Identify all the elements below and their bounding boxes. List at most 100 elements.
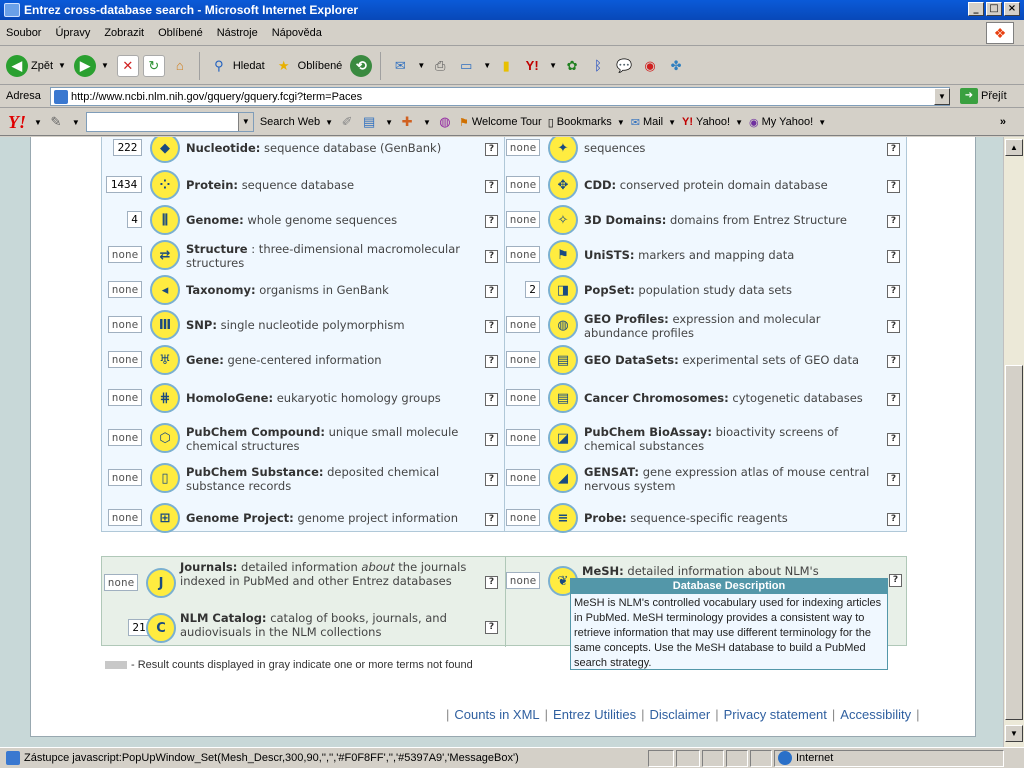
- right-db-icon-3[interactable]: ⚑: [548, 240, 578, 270]
- edit-icon[interactable]: ▭: [455, 55, 477, 77]
- right-db-name-7[interactable]: Cancer Chromosomes:: [584, 391, 729, 405]
- left-db-name-9[interactable]: PubChem Substance:: [186, 465, 323, 479]
- link-counts-xml[interactable]: Counts in XML: [454, 707, 539, 722]
- messenger-icon[interactable]: ◉: [639, 55, 661, 77]
- left-db-icon-1[interactable]: ⁘: [150, 170, 180, 200]
- right-db-icon-0[interactable]: ✦: [548, 137, 578, 163]
- nlm-name[interactable]: NLM Catalog:: [180, 611, 267, 625]
- mesh-name[interactable]: MeSH:: [582, 564, 624, 578]
- stop-icon[interactable]: ✕: [116, 54, 139, 77]
- right-help-icon-3[interactable]: ?: [887, 250, 900, 263]
- right-db-icon-5[interactable]: ◍: [548, 310, 578, 340]
- link-accessibility[interactable]: Accessibility: [840, 707, 911, 722]
- mail-button[interactable]: ✉ Mail ▼: [631, 116, 676, 129]
- left-help-icon-0[interactable]: ?: [485, 143, 498, 156]
- left-db-name-2[interactable]: Genome:: [186, 213, 244, 227]
- right-db-name-1[interactable]: CDD:: [584, 178, 616, 192]
- left-db-name-7[interactable]: HomoloGene:: [186, 391, 273, 405]
- close-button[interactable]: ×: [1004, 2, 1020, 16]
- journals-icon[interactable]: J: [146, 568, 176, 598]
- bookmarks-button[interactable]: ▯ Bookmarks ▼: [548, 116, 625, 129]
- left-db-icon-7[interactable]: ⋕: [150, 383, 180, 413]
- right-help-icon-1[interactable]: ?: [887, 180, 900, 193]
- left-help-icon-10[interactable]: ?: [485, 513, 498, 526]
- left-db-name-0[interactable]: Nucleotide:: [186, 141, 260, 155]
- address-dropdown[interactable]: ▼: [934, 88, 950, 105]
- right-help-icon-10[interactable]: ?: [887, 513, 900, 526]
- left-count-1[interactable]: 1434: [106, 176, 142, 193]
- headphones-icon[interactable]: ◍: [437, 111, 453, 133]
- address-input[interactable]: http://www.ncbi.nlm.nih.gov/gquery/gquer…: [50, 87, 950, 106]
- menu-tools[interactable]: Nástroje: [217, 27, 258, 39]
- yahoo-button[interactable]: Y! Yahoo! ▼: [682, 116, 743, 128]
- right-help-icon-9[interactable]: ?: [887, 473, 900, 486]
- vertical-scrollbar[interactable]: ▲ ▼: [1003, 137, 1024, 747]
- nlm-icon[interactable]: C: [146, 613, 176, 643]
- right-help-icon-2[interactable]: ?: [887, 215, 900, 228]
- yahoo-messenger-icon[interactable]: Y!: [521, 55, 543, 77]
- left-count-2[interactable]: 4: [127, 211, 142, 228]
- left-help-icon-4[interactable]: ?: [485, 285, 498, 298]
- right-db-icon-8[interactable]: ◪: [548, 423, 578, 453]
- mesh-help-icon[interactable]: ?: [889, 574, 902, 587]
- home-icon[interactable]: ⌂: [169, 55, 191, 77]
- back-button[interactable]: ◀ Zpět ▼: [6, 54, 66, 77]
- left-db-name-1[interactable]: Protein:: [186, 178, 238, 192]
- menu-view[interactable]: Zobrazit: [104, 27, 144, 39]
- left-db-icon-8[interactable]: ⬡: [150, 423, 180, 453]
- history-icon[interactable]: ⟲: [350, 54, 373, 77]
- right-db-icon-4[interactable]: ◨: [548, 275, 578, 305]
- right-db-name-6[interactable]: GEO DataSets:: [584, 353, 679, 367]
- yahoo-search-input[interactable]: ▼: [85, 112, 254, 132]
- print-icon[interactable]: ⎙: [429, 55, 451, 77]
- menu-help[interactable]: Nápověda: [272, 27, 322, 39]
- search-web-button[interactable]: Search Web ▼: [260, 116, 333, 128]
- left-help-icon-5[interactable]: ?: [485, 320, 498, 333]
- right-count-4[interactable]: 2: [525, 281, 540, 298]
- right-db-name-4[interactable]: PopSet:: [584, 283, 635, 297]
- right-db-name-3[interactable]: UniSTS:: [584, 248, 634, 262]
- right-db-icon-6[interactable]: ▤: [548, 345, 578, 375]
- scroll-thumb[interactable]: [1005, 365, 1023, 720]
- left-db-name-3[interactable]: Structure: [186, 242, 248, 256]
- left-help-icon-2[interactable]: ?: [485, 215, 498, 228]
- right-db-icon-7[interactable]: ▤: [548, 383, 578, 413]
- right-db-name-8[interactable]: PubChem BioAssay:: [584, 425, 712, 439]
- msn-icon[interactable]: ✤: [665, 55, 687, 77]
- right-db-icon-9[interactable]: ◢: [548, 463, 578, 493]
- left-db-icon-6[interactable]: ♅: [150, 345, 180, 375]
- left-db-icon-9[interactable]: ▯: [150, 463, 180, 493]
- left-help-icon-3[interactable]: ?: [485, 250, 498, 263]
- right-help-icon-4[interactable]: ?: [887, 285, 900, 298]
- right-help-icon-8[interactable]: ?: [887, 433, 900, 446]
- right-db-name-2[interactable]: 3D Domains:: [584, 213, 666, 227]
- scroll-down-button[interactable]: ▼: [1005, 725, 1023, 742]
- menu-favorites[interactable]: Oblíbené: [158, 27, 203, 39]
- my-yahoo-button[interactable]: ◉ My Yahoo! ▼: [749, 116, 826, 129]
- left-db-name-6[interactable]: Gene:: [186, 353, 224, 367]
- right-help-icon-7[interactable]: ?: [887, 393, 900, 406]
- search-button[interactable]: ⚲ Hledat: [208, 55, 265, 77]
- scroll-up-button[interactable]: ▲: [1005, 139, 1023, 156]
- left-db-icon-0[interactable]: ◆: [150, 137, 180, 163]
- right-db-icon-2[interactable]: ✧: [548, 205, 578, 235]
- left-help-icon-1[interactable]: ?: [485, 180, 498, 193]
- left-db-name-10[interactable]: Genome Project:: [186, 511, 294, 525]
- bluetooth-icon[interactable]: ᛒ: [587, 55, 609, 77]
- folder-icon[interactable]: ▮: [495, 55, 517, 77]
- minimize-button[interactable]: _: [968, 2, 984, 16]
- link-disclaimer[interactable]: Disclaimer: [650, 707, 711, 722]
- left-db-icon-4[interactable]: ◂: [150, 275, 180, 305]
- go-button[interactable]: ➜ Přejít: [960, 88, 1007, 104]
- right-db-icon-1[interactable]: ✥: [548, 170, 578, 200]
- toolbar-more-chevron[interactable]: »: [1000, 116, 1006, 128]
- right-help-icon-5[interactable]: ?: [887, 320, 900, 333]
- right-db-name-10[interactable]: Probe:: [584, 511, 627, 525]
- icq-icon[interactable]: ✿: [561, 55, 583, 77]
- left-help-icon-6[interactable]: ?: [485, 355, 498, 368]
- favorites-button[interactable]: ★ Oblíbené: [273, 55, 342, 77]
- forward-button[interactable]: ▶ ▼: [73, 54, 109, 77]
- left-help-icon-7[interactable]: ?: [485, 393, 498, 406]
- shield-icon[interactable]: ✚: [399, 111, 415, 133]
- right-db-icon-10[interactable]: ≡: [548, 503, 578, 533]
